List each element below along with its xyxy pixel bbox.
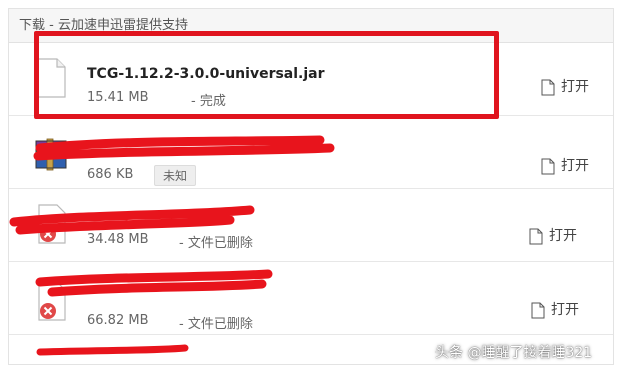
watermark: 头条 @睡醒了接着睡321	[435, 345, 593, 361]
highlight-box	[34, 31, 499, 119]
